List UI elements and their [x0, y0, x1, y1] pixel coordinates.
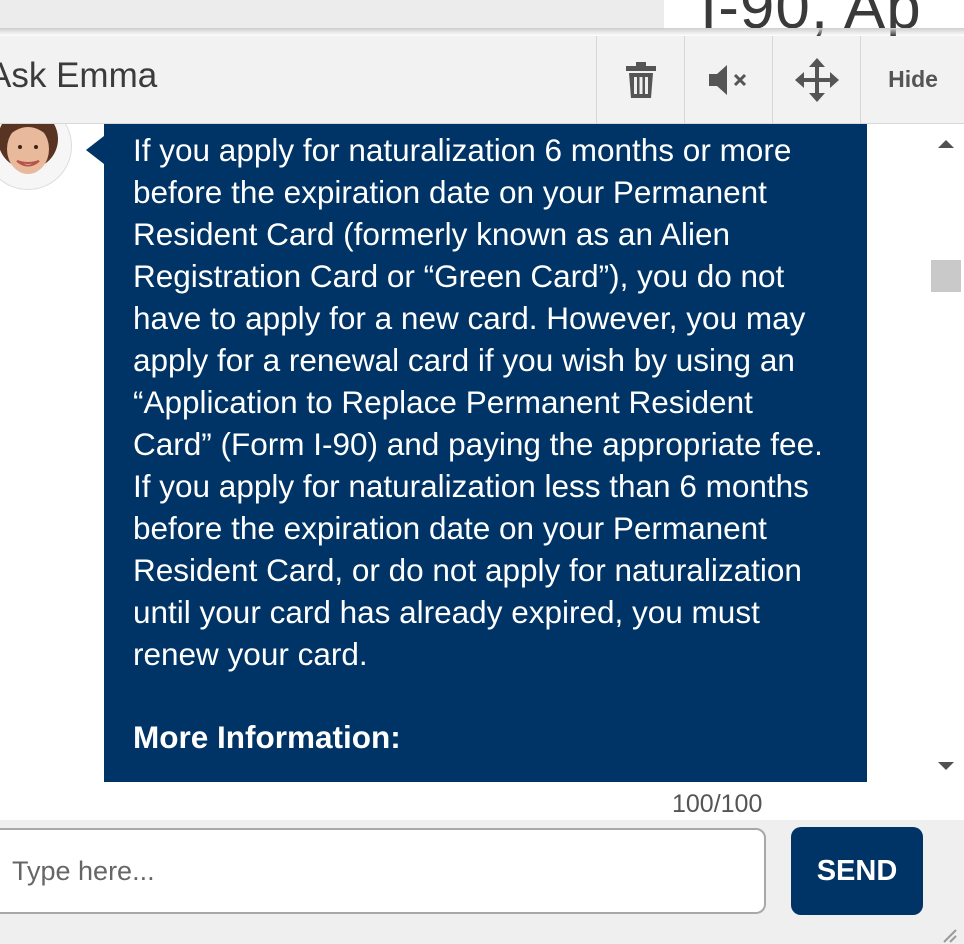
message-bubble-tail: [86, 136, 104, 164]
scrollbar-thumb[interactable]: [931, 260, 961, 292]
resize-handle-icon[interactable]: [936, 924, 958, 944]
hide-button[interactable]: Hide: [860, 36, 964, 123]
assistant-avatar: [0, 124, 72, 190]
speaker-muted-icon: [709, 64, 747, 95]
more-information-heading: More Information:: [133, 719, 401, 755]
clear-chat-button[interactable]: [596, 36, 685, 123]
background-bar: [0, 0, 664, 30]
send-button[interactable]: SEND: [791, 827, 923, 915]
chat-scrollbar[interactable]: [930, 124, 964, 782]
widget-shadow: [0, 28, 964, 36]
message-input[interactable]: [0, 828, 766, 914]
move-button[interactable]: [772, 36, 861, 123]
emma-face-icon: [0, 124, 71, 189]
mute-button[interactable]: [684, 36, 773, 123]
chat-header: Ask Emma Hide: [0, 36, 964, 124]
assistant-message-bubble: If you apply for naturalization 6 months…: [104, 124, 867, 782]
chat-transcript: If you apply for naturalization 6 months…: [0, 124, 964, 820]
trash-icon: [626, 61, 656, 98]
chat-widget: Ask Emma Hide If you apply for naturaliz…: [0, 36, 964, 944]
assistant-message-text: If you apply for naturalization 6 months…: [133, 132, 823, 672]
scroll-down-arrow-icon[interactable]: [938, 762, 954, 770]
move-arrows-icon: [795, 57, 839, 102]
character-counter: 100/100: [672, 790, 763, 818]
scroll-up-arrow-icon[interactable]: [938, 140, 954, 148]
background-page: I-90, Ap: [0, 0, 964, 42]
chat-title: Ask Emma: [0, 56, 158, 95]
